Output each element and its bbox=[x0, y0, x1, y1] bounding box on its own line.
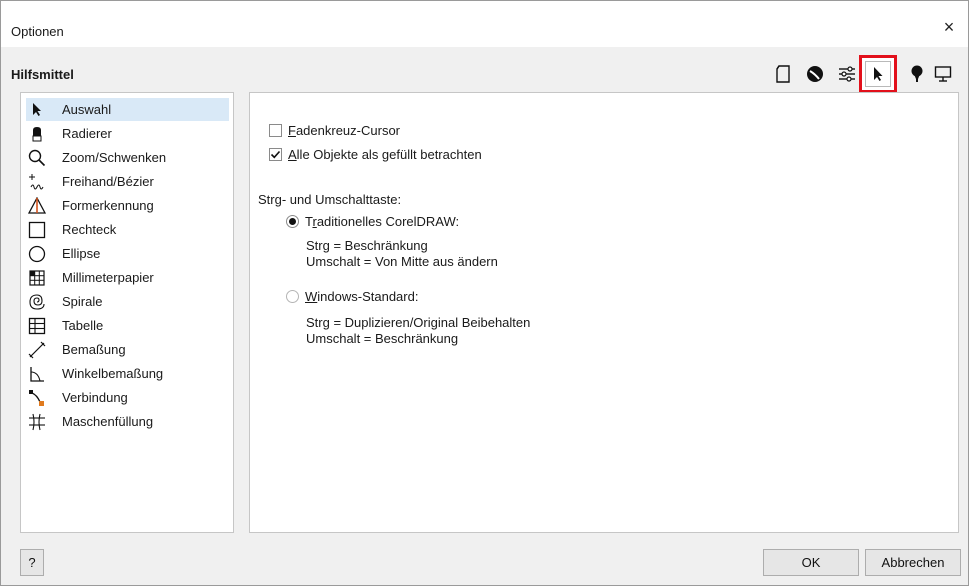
tools-button[interactable] bbox=[859, 55, 897, 93]
display-button[interactable] bbox=[931, 62, 955, 86]
tool-label: Millimeterpapier bbox=[62, 270, 154, 285]
mesh-fill-icon bbox=[29, 413, 45, 430]
traditional-option[interactable]: Traditionelles CorelDRAW: bbox=[286, 214, 459, 229]
connector-icon bbox=[29, 389, 44, 406]
dimension-icon bbox=[28, 341, 46, 358]
tool-item-freihand[interactable]: Freihand/Bézier bbox=[26, 170, 229, 193]
tool-item-ellipse[interactable]: Ellipse bbox=[26, 242, 229, 265]
zoom-icon bbox=[28, 149, 46, 166]
section-title: Hilfsmittel bbox=[11, 67, 74, 82]
tool-label: Auswahl bbox=[62, 102, 112, 117]
tool-item-formerkennung[interactable]: Formerkennung bbox=[26, 194, 229, 217]
pointer-icon bbox=[874, 67, 883, 81]
tool-label: Formerkennung bbox=[62, 198, 154, 213]
graph-paper-icon bbox=[29, 269, 45, 286]
tool-item-tabelle[interactable]: Tabelle bbox=[26, 314, 229, 337]
options-dialog: Optionen × Hilfsmittel Auswahl Radierer … bbox=[0, 0, 969, 586]
ok-button[interactable]: OK bbox=[763, 549, 859, 576]
close-icon: × bbox=[943, 16, 955, 37]
tool-item-millimeterpapier[interactable]: Millimeterpapier bbox=[26, 266, 229, 289]
title-bar: Optionen × bbox=[1, 1, 968, 47]
tool-label: Spirale bbox=[62, 294, 103, 309]
rectangle-icon bbox=[28, 221, 46, 238]
freehand-icon bbox=[29, 173, 44, 189]
treat-filled-label: Alle Objekte als gefüllt betrachten bbox=[288, 147, 482, 162]
treat-filled-checkbox[interactable] bbox=[269, 148, 282, 161]
treat-filled-option[interactable]: Alle Objekte als gefüllt betrachten bbox=[269, 147, 482, 162]
category-toolbar bbox=[771, 55, 961, 93]
settings-panel: Fadenkreuz-Cursor Alle Objekte als gefül… bbox=[249, 92, 959, 533]
tool-item-bemassung[interactable]: Bemaßung bbox=[26, 338, 229, 361]
monitor-icon bbox=[934, 66, 952, 82]
lightbulb-icon bbox=[911, 65, 923, 82]
modifier-heading: Strg- und Umschalttaste: bbox=[258, 192, 402, 207]
ellipse-icon bbox=[28, 245, 46, 262]
angular-dimension-icon bbox=[30, 366, 44, 382]
checkmark-icon bbox=[270, 150, 281, 159]
tool-label: Freihand/Bézier bbox=[62, 174, 154, 189]
windows-label: Windows-Standard: bbox=[305, 289, 419, 304]
tool-item-zoom[interactable]: Zoom/Schwenken bbox=[26, 146, 229, 169]
eraser-icon bbox=[32, 126, 42, 141]
windows-option[interactable]: Windows-Standard: bbox=[286, 289, 418, 304]
tool-item-winkelbemassung[interactable]: Winkelbemaßung bbox=[26, 362, 229, 385]
tool-label: Radierer bbox=[62, 126, 112, 141]
sliders-icon bbox=[839, 66, 855, 82]
tool-item-radierer[interactable]: Radierer bbox=[26, 122, 229, 145]
tool-item-verbindung[interactable]: Verbindung bbox=[26, 386, 229, 409]
window-title: Optionen bbox=[11, 24, 64, 39]
tool-item-spirale[interactable]: Spirale bbox=[26, 290, 229, 313]
tool-item-auswahl[interactable]: Auswahl bbox=[26, 98, 229, 121]
tool-label: Zoom/Schwenken bbox=[62, 150, 167, 165]
crosshair-option[interactable]: Fadenkreuz-Cursor bbox=[269, 123, 400, 138]
tool-label: Rechteck bbox=[62, 222, 117, 237]
tool-label: Verbindung bbox=[62, 390, 128, 405]
traditional-desc-1: Strg = Beschränkung bbox=[306, 238, 428, 253]
lightbulb-button[interactable] bbox=[905, 62, 929, 86]
crosshair-label: Fadenkreuz-Cursor bbox=[288, 123, 400, 138]
settings-button[interactable] bbox=[835, 62, 859, 86]
page-icon bbox=[776, 65, 790, 83]
radio-dot bbox=[289, 218, 296, 225]
tools-button-inner bbox=[865, 61, 891, 87]
windows-desc-2: Umschalt = Beschränkung bbox=[306, 331, 459, 346]
traditional-label: Traditionelles CorelDRAW: bbox=[305, 214, 460, 229]
tool-item-maschenfuellung[interactable]: Maschenfüllung bbox=[26, 410, 229, 433]
pointer-icon bbox=[33, 103, 41, 116]
tool-list[interactable]: Auswahl Radierer Zoom/Schwenken Freihand… bbox=[20, 92, 234, 533]
table-icon bbox=[28, 317, 46, 334]
tool-label: Tabelle bbox=[62, 318, 104, 333]
help-button[interactable]: ? bbox=[20, 549, 44, 576]
page-button[interactable] bbox=[771, 62, 795, 86]
tool-label: Ellipse bbox=[62, 246, 101, 261]
windows-radio[interactable] bbox=[286, 290, 299, 303]
close-button[interactable]: × bbox=[930, 15, 968, 39]
windows-desc-1: Strg = Duplizieren/Original Beibehalten bbox=[306, 315, 531, 330]
crosshair-checkbox[interactable] bbox=[269, 124, 282, 137]
cancel-button[interactable]: Abbrechen bbox=[865, 549, 961, 576]
globe-button[interactable] bbox=[803, 62, 827, 86]
tool-item-rechteck[interactable]: Rechteck bbox=[26, 218, 229, 241]
shape-recognition-icon bbox=[28, 196, 46, 214]
tool-label: Bemaßung bbox=[62, 342, 126, 357]
spiral-icon bbox=[29, 293, 45, 310]
tool-label: Maschenfüllung bbox=[62, 414, 154, 429]
globe-icon bbox=[807, 66, 823, 82]
traditional-radio[interactable] bbox=[286, 215, 299, 228]
traditional-desc-2: Umschalt = Von Mitte aus ändern bbox=[306, 254, 498, 269]
tool-label: Winkelbemaßung bbox=[62, 366, 164, 381]
